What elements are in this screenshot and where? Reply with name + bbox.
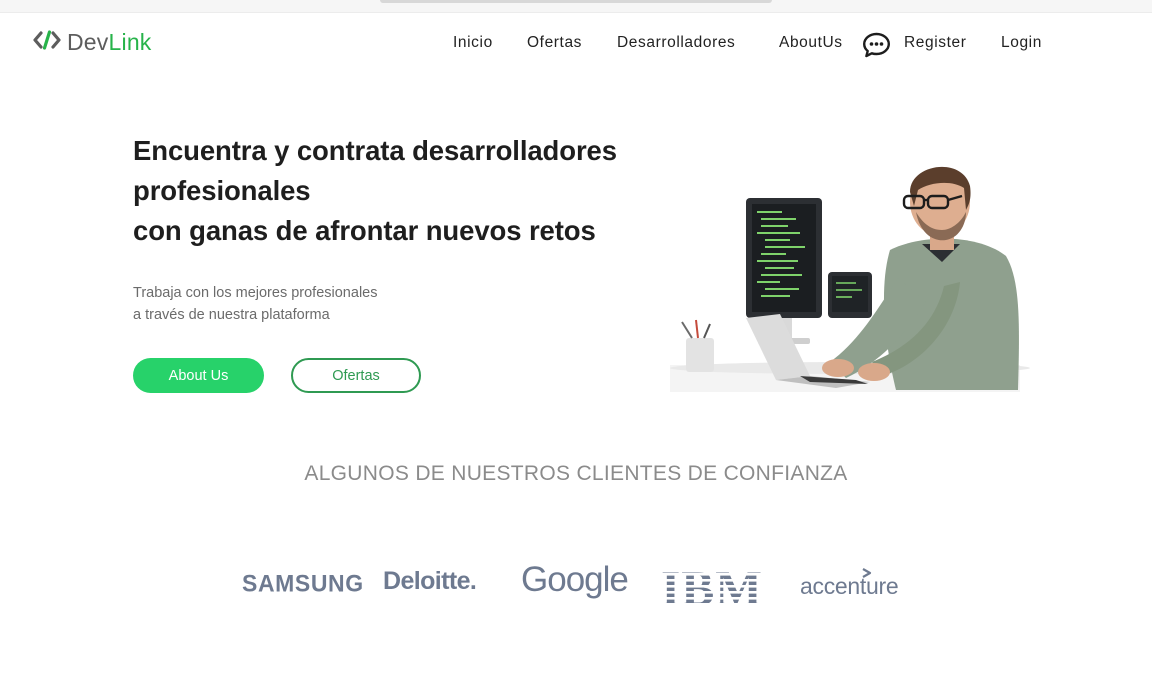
nav-aboutus[interactable]: AboutUs — [779, 34, 843, 52]
client-logos: SAMSUNG Deloitte. Google IBM accenture — [0, 560, 1152, 616]
deloitte-logo: Deloitte. — [383, 567, 477, 595]
hero-title-line: profesionales — [133, 175, 311, 206]
nav-login[interactable]: Login — [1001, 34, 1042, 52]
hero-title: Encuentra y contrata desarrolladores pro… — [133, 131, 693, 251]
developer-at-desk-illustration — [660, 150, 1030, 400]
hero-title-line: con ganas de afrontar nuevos retos — [133, 215, 596, 246]
accenture-chevron-icon — [861, 566, 873, 584]
nav-inicio[interactable]: Inicio — [453, 34, 493, 52]
nav-ofertas[interactable]: Ofertas — [527, 34, 582, 52]
samsung-logo: SAMSUNG — [242, 569, 364, 597]
google-logo: Google — [521, 560, 629, 599]
ibm-logo: IBM — [661, 560, 765, 616]
chat-bubble-icon[interactable] — [862, 32, 891, 63]
ofertas-button[interactable]: Ofertas — [291, 358, 421, 393]
top-scrollbar[interactable] — [380, 0, 772, 3]
about-us-button[interactable]: About Us — [133, 358, 264, 393]
main-nav: Inicio Ofertas Desarrolladores AboutUs R… — [0, 34, 1152, 56]
clients-heading: ALGUNOS DE NUESTROS CLIENTES DE CONFIANZ… — [304, 462, 848, 485]
nav-desarrolladores[interactable]: Desarrolladores — [617, 34, 735, 52]
accenture-logo: accenture — [800, 573, 899, 599]
hero-subtitle: Trabaja con los mejores profesionales a … — [133, 282, 453, 326]
hero-subtitle-line: Trabaja con los mejores profesionales — [133, 285, 378, 301]
hero-title-line: Encuentra y contrata desarrolladores — [133, 135, 617, 166]
ibm-logo-text: IBM — [661, 563, 763, 607]
nav-register[interactable]: Register — [904, 34, 967, 52]
hero-subtitle-line: a través de nuestra plataforma — [133, 307, 330, 323]
